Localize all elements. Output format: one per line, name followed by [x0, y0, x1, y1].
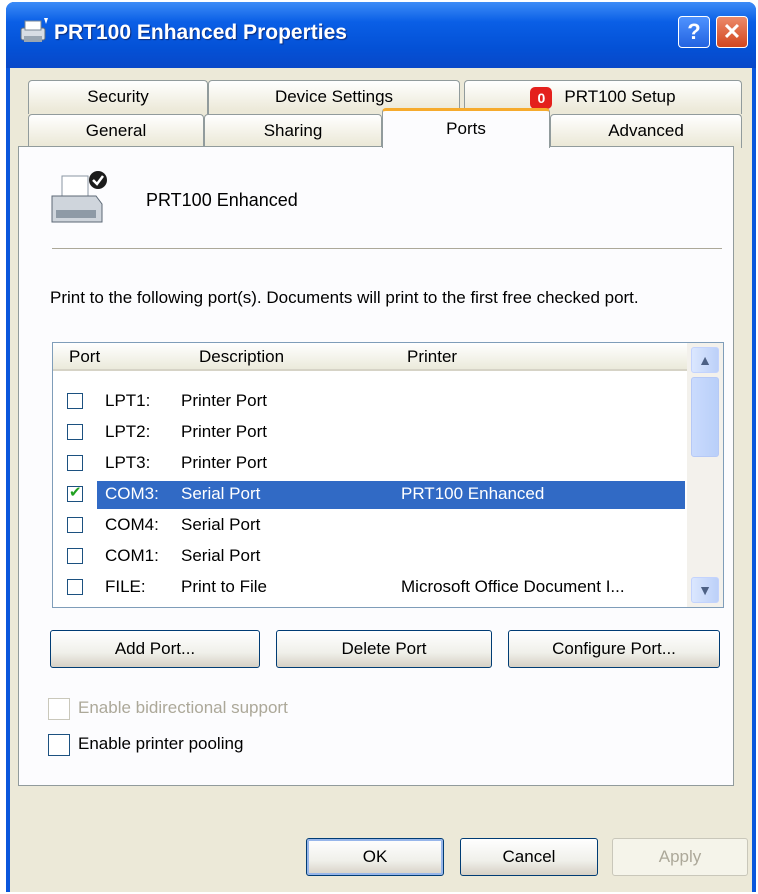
port-checkbox[interactable] [67, 424, 83, 440]
port-cell: COM4: [105, 515, 159, 534]
printer-title-icon [20, 18, 48, 42]
list-item[interactable]: LPT3: Printer Port [53, 449, 689, 479]
port-checkbox[interactable] [67, 579, 83, 595]
ok-button[interactable]: OK [306, 838, 444, 876]
printer-icon [51, 171, 107, 223]
configure-port-button[interactable]: Configure Port... [508, 630, 720, 668]
port-cell: LPT1: [105, 391, 151, 410]
checkbox-box[interactable] [48, 734, 70, 756]
checkbox-label: Enable bidirectional support [78, 698, 288, 717]
title-bar[interactable]: PRT100 Enhanced Properties ? ✕ [6, 2, 756, 68]
port-checkbox[interactable] [67, 455, 83, 471]
printer-cell: PRT100 Enhanced [401, 484, 545, 503]
port-checkbox[interactable] [67, 517, 83, 533]
port-checkbox[interactable] [67, 393, 83, 409]
tab-label: PRT100 Setup [564, 87, 676, 106]
column-header-description[interactable]: Description [165, 343, 387, 371]
list-item-selected[interactable]: COM3: Serial Port PRT100 Enhanced [53, 480, 689, 510]
port-checkbox-checked[interactable] [67, 483, 83, 502]
port-cell: FILE: [105, 577, 146, 596]
tab-label: Ports [446, 119, 486, 138]
description-cell: Printer Port [181, 453, 267, 472]
chevron-down-icon: ▼ [698, 582, 712, 598]
list-item[interactable]: LPT2: Printer Port [53, 418, 689, 448]
checkbox-box [48, 698, 70, 720]
chevron-up-icon: ▲ [698, 352, 712, 368]
column-header-printer[interactable]: Printer [387, 343, 689, 371]
tab-advanced[interactable]: Advanced [550, 114, 742, 148]
description-cell: Print to File [181, 577, 267, 596]
port-cell: COM1: [105, 546, 159, 565]
separator [52, 248, 722, 249]
column-header-text: Printer [407, 347, 458, 366]
description-cell: Serial Port [181, 515, 261, 534]
scroll-thumb[interactable] [691, 377, 719, 457]
description-cell: Printer Port [181, 422, 267, 441]
tab-security[interactable]: Security [28, 80, 208, 114]
window-title: PRT100 Enhanced Properties [54, 21, 347, 44]
setup-badge-icon: 0 [530, 86, 553, 109]
tab-sharing[interactable]: Sharing [204, 114, 382, 148]
vertical-scrollbar[interactable]: ▲ ▼ [687, 343, 723, 607]
list-item[interactable]: LPT1: Printer Port [53, 387, 689, 417]
port-checkbox[interactable] [67, 548, 83, 564]
cancel-button[interactable]: Cancel [460, 838, 598, 876]
list-item[interactable]: COM1: Serial Port [53, 542, 689, 572]
port-cell: LPT2: [105, 422, 151, 441]
badge-text: 0 [537, 89, 546, 106]
port-cell: LPT3: [105, 453, 151, 472]
delete-port-button[interactable]: Delete Port [276, 630, 492, 668]
port-cell: COM3: [105, 484, 159, 503]
tab-general[interactable]: General [28, 114, 204, 148]
close-button[interactable]: ✕ [716, 16, 748, 48]
list-item[interactable]: COM4: Serial Port [53, 511, 689, 541]
scroll-up-button[interactable]: ▲ [691, 347, 719, 373]
checkbox-label[interactable]: Enable printer pooling [78, 734, 243, 754]
apply-button[interactable]: Apply [612, 838, 748, 876]
scroll-down-button[interactable]: ▼ [691, 577, 719, 603]
tab-label: Security [87, 87, 149, 106]
tab-label: Advanced [608, 121, 684, 140]
description-cell: Serial Port [181, 484, 261, 503]
column-header-port[interactable]: Port [53, 343, 165, 371]
tab-ports[interactable]: Ports [382, 108, 550, 148]
column-header-text: Description [199, 347, 285, 366]
tab-label: Sharing [263, 121, 323, 140]
port-list[interactable]: Port Description Printer LPT1: Printer P… [52, 342, 724, 608]
list-item[interactable]: FILE: Print to File Microsoft Office Doc… [53, 573, 689, 603]
help-button[interactable]: ? [678, 16, 710, 48]
tab-label: Device Settings [274, 87, 394, 106]
printer-name: PRT100 Enhanced [146, 190, 298, 210]
tab-label: General [85, 121, 147, 140]
port-instructions: Print to the following port(s). Document… [50, 288, 639, 307]
add-port-button[interactable]: Add Port... [50, 630, 260, 668]
description-cell: Printer Port [181, 391, 267, 410]
description-cell: Serial Port [181, 546, 261, 565]
column-header-text: Port [69, 347, 101, 366]
printer-cell: Microsoft Office Document I... [401, 577, 625, 596]
